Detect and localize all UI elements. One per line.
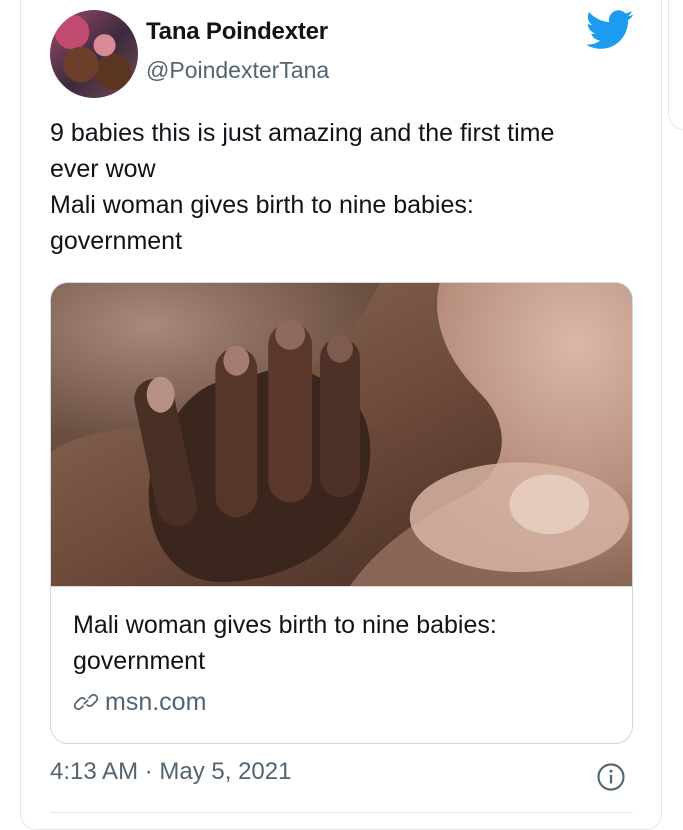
divider xyxy=(50,812,633,813)
link-preview-image xyxy=(51,283,632,587)
author-name[interactable]: Tana Poindexter xyxy=(146,18,328,46)
link-preview-card[interactable]: Mali woman gives birth to nine babies: g… xyxy=(50,282,633,744)
twitter-bird-icon[interactable] xyxy=(586,10,634,50)
link-icon xyxy=(73,693,99,711)
adjacent-card xyxy=(668,0,683,130)
link-domain-text: msn.com xyxy=(105,687,207,716)
info-icon[interactable] xyxy=(596,762,626,792)
author-avatar[interactable] xyxy=(50,10,138,98)
tweet-text: 9 babies this is just amazing and the fi… xyxy=(50,119,555,255)
link-domain[interactable]: msn.com xyxy=(73,686,206,718)
author-handle[interactable]: @PoindexterTana xyxy=(146,57,329,84)
tweet-timestamp[interactable]: 4:13 AM · May 5, 2021 xyxy=(50,758,291,786)
link-title[interactable]: Mali woman gives birth to nine babies: g… xyxy=(73,607,603,679)
